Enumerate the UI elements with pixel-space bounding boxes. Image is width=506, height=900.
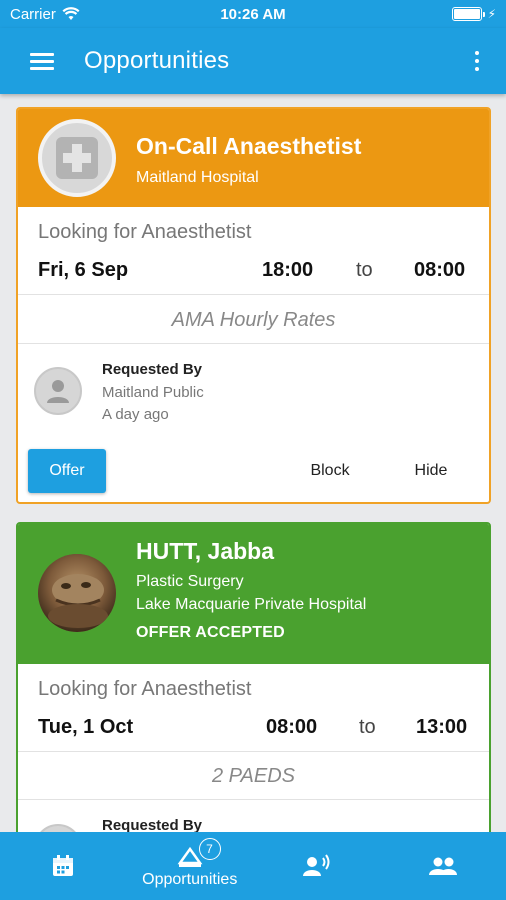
bottom-tab-bar: 7 Opportunities xyxy=(0,832,506,900)
more-options-icon[interactable] xyxy=(470,46,484,76)
rate-label: AMA Hourly Rates xyxy=(171,309,336,331)
tab-announcements[interactable] xyxy=(253,832,380,900)
looking-for-label: Looking for Anaesthetist xyxy=(38,678,252,700)
shift-end-time: 13:00 xyxy=(416,716,468,738)
opportunity-card[interactable]: HUTT, Jabba Plastic Surgery Lake Macquar… xyxy=(16,522,491,862)
block-button[interactable]: Block xyxy=(298,449,362,493)
charging-icon: ⚡ xyxy=(487,7,496,21)
opportunity-card[interactable]: On-Call Anaesthetist Maitland Hospital L… xyxy=(16,107,491,504)
shift-start-time: 08:00 xyxy=(266,716,318,738)
rate-label: 2 PAEDS xyxy=(212,765,295,787)
calendar-icon xyxy=(53,855,74,876)
hospital-icon xyxy=(38,119,116,197)
tab-calendar[interactable] xyxy=(0,832,127,900)
shift-start-time: 18:00 xyxy=(262,259,314,281)
card-hospital: Maitland Hospital xyxy=(136,169,259,186)
page-title: Opportunities xyxy=(84,47,230,74)
divider xyxy=(18,294,489,295)
requested-by-label: Requested By xyxy=(102,361,203,378)
divider xyxy=(18,799,489,800)
card-title: On-Call Anaesthetist xyxy=(136,133,362,159)
carrier-label: Carrier xyxy=(10,5,56,23)
notification-badge: 7 xyxy=(198,838,221,860)
top-bar: Carrier 10:26 AM ⚡ Opportunities xyxy=(0,0,506,94)
card-title: HUTT, Jabba xyxy=(136,538,275,564)
card-header: HUTT, Jabba Plastic Surgery Lake Macquar… xyxy=(18,524,489,664)
status-left: Carrier xyxy=(10,6,80,23)
to-label: to xyxy=(359,716,376,738)
shift-date: Tue, 1 Oct xyxy=(38,716,134,738)
divider xyxy=(18,751,489,752)
tab-people[interactable] xyxy=(380,832,506,900)
tab-label: Opportunities xyxy=(142,871,238,888)
shift-end-time: 08:00 xyxy=(414,259,466,281)
card-specialty: Plastic Surgery xyxy=(136,573,244,590)
status-bar: Carrier 10:26 AM ⚡ xyxy=(0,0,506,28)
looking-for-label: Looking for Anaesthetist xyxy=(38,221,252,243)
to-label: to xyxy=(356,259,373,281)
tab-opportunities[interactable]: 7 Opportunities xyxy=(127,832,254,900)
user-avatar-icon xyxy=(34,367,82,415)
divider xyxy=(18,343,489,344)
card-hospital: Lake Macquarie Private Hospital xyxy=(136,596,367,613)
offer-button[interactable]: Offer xyxy=(28,449,106,493)
battery-icon xyxy=(451,7,485,21)
hide-button[interactable]: Hide xyxy=(404,449,458,493)
people-icon xyxy=(428,857,457,875)
requested-time: A day ago xyxy=(102,406,169,423)
status-badge: OFFER ACCEPTED xyxy=(136,624,285,641)
app-bar: Opportunities xyxy=(0,28,506,94)
shift-date: Fri, 6 Sep xyxy=(38,259,129,281)
menu-icon[interactable] xyxy=(30,46,60,76)
status-right: ⚡ xyxy=(451,7,496,21)
requested-by-name: Maitland Public xyxy=(102,384,204,401)
card-header: On-Call Anaesthetist Maitland Hospital xyxy=(18,109,489,207)
announce-icon xyxy=(303,854,330,876)
profile-photo xyxy=(38,554,116,632)
wifi-icon xyxy=(62,7,80,20)
